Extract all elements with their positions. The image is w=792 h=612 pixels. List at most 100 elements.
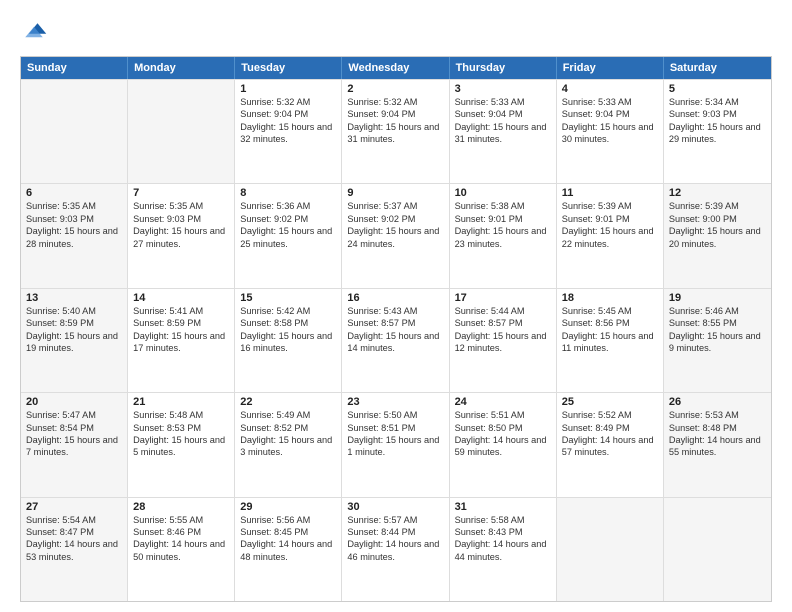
day-number: 14	[133, 292, 229, 304]
day-number: 27	[26, 501, 122, 513]
sunset-text: Sunset: 8:54 PM	[26, 422, 122, 434]
sunrise-text: Sunrise: 5:55 AM	[133, 514, 229, 526]
sunrise-text: Sunrise: 5:42 AM	[240, 305, 336, 317]
calendar-cell: 5Sunrise: 5:34 AMSunset: 9:03 PMDaylight…	[664, 80, 771, 183]
weekday-header: Wednesday	[342, 57, 449, 79]
daylight-text: Daylight: 15 hours and 28 minutes.	[26, 225, 122, 250]
daylight-text: Daylight: 14 hours and 53 minutes.	[26, 538, 122, 563]
sunrise-text: Sunrise: 5:39 AM	[562, 200, 658, 212]
sunrise-text: Sunrise: 5:43 AM	[347, 305, 443, 317]
daylight-text: Daylight: 14 hours and 50 minutes.	[133, 538, 229, 563]
sunset-text: Sunset: 9:01 PM	[562, 213, 658, 225]
daylight-text: Daylight: 15 hours and 24 minutes.	[347, 225, 443, 250]
day-number: 4	[562, 83, 658, 95]
sunrise-text: Sunrise: 5:58 AM	[455, 514, 551, 526]
sunrise-text: Sunrise: 5:34 AM	[669, 96, 766, 108]
calendar-row: 13Sunrise: 5:40 AMSunset: 8:59 PMDayligh…	[21, 288, 771, 392]
daylight-text: Daylight: 14 hours and 46 minutes.	[347, 538, 443, 563]
daylight-text: Daylight: 14 hours and 55 minutes.	[669, 434, 766, 459]
calendar-cell	[21, 80, 128, 183]
day-number: 25	[562, 396, 658, 408]
sunrise-text: Sunrise: 5:39 AM	[669, 200, 766, 212]
sunrise-text: Sunrise: 5:56 AM	[240, 514, 336, 526]
calendar-cell: 10Sunrise: 5:38 AMSunset: 9:01 PMDayligh…	[450, 184, 557, 287]
calendar-row: 20Sunrise: 5:47 AMSunset: 8:54 PM Dayligh…	[21, 392, 771, 496]
day-number: 13	[26, 292, 122, 304]
sunset-text: Sunset: 8:43 PM	[455, 526, 551, 538]
daylight-text: Daylight: 15 hours and 22 minutes.	[562, 225, 658, 250]
calendar-cell: 9Sunrise: 5:37 AMSunset: 9:02 PMDaylight…	[342, 184, 449, 287]
sunset-text: Sunset: 8:55 PM	[669, 317, 766, 329]
sunset-text: Sunset: 8:57 PM	[347, 317, 443, 329]
sunrise-text: Sunrise: 5:41 AM	[133, 305, 229, 317]
daylight-text: Daylight: 15 hours and 23 minutes.	[455, 225, 551, 250]
logo	[20, 18, 52, 46]
sunset-text: Sunset: 9:03 PM	[669, 108, 766, 120]
day-number: 17	[455, 292, 551, 304]
sunrise-text: Sunrise: 5:33 AM	[562, 96, 658, 108]
sunrise-text: Sunrise: 5:48 AM	[133, 409, 229, 421]
sunrise-text: Sunrise: 5:36 AM	[240, 200, 336, 212]
day-number: 20	[26, 396, 122, 408]
calendar-row: 6Sunrise: 5:35 AMSunset: 9:03 PMDaylight…	[21, 183, 771, 287]
daylight-text: Daylight: 15 hours and 20 minutes.	[669, 225, 766, 250]
daylight-text: Daylight: 15 hours and 30 minutes.	[562, 121, 658, 146]
header	[20, 18, 772, 46]
weekday-header: Saturday	[664, 57, 771, 79]
sunset-text: Sunset: 8:50 PM	[455, 422, 551, 434]
day-number: 30	[347, 501, 443, 513]
calendar-cell: 22Sunrise: 5:49 AMSunset: 8:52 PMDayligh…	[235, 393, 342, 496]
daylight-text: Daylight: 15 hours and 11 minutes.	[562, 330, 658, 355]
day-number: 23	[347, 396, 443, 408]
calendar-header: SundayMondayTuesdayWednesdayThursdayFrid…	[21, 57, 771, 79]
sunrise-text: Sunrise: 5:54 AM	[26, 514, 122, 526]
calendar-cell: 4Sunrise: 5:33 AMSunset: 9:04 PMDaylight…	[557, 80, 664, 183]
sunset-text: Sunset: 9:04 PM	[347, 108, 443, 120]
sunset-text: Sunset: 9:04 PM	[455, 108, 551, 120]
sunset-text: Sunset: 9:00 PM	[669, 213, 766, 225]
sunrise-text: Sunrise: 5:38 AM	[455, 200, 551, 212]
calendar-cell: 23Sunrise: 5:50 AMSunset: 8:51 PMDayligh…	[342, 393, 449, 496]
daylight-text: Daylight: 15 hours and 31 minutes.	[455, 121, 551, 146]
calendar-body: 1Sunrise: 5:32 AMSunset: 9:04 PMDaylight…	[21, 79, 771, 601]
calendar-cell: 17Sunrise: 5:44 AMSunset: 8:57 PMDayligh…	[450, 289, 557, 392]
sunset-text: Sunset: 8:46 PM	[133, 526, 229, 538]
calendar-cell: 29Sunrise: 5:56 AMSunset: 8:45 PMDayligh…	[235, 498, 342, 601]
sunrise-text: Sunrise: 5:45 AM	[562, 305, 658, 317]
day-number: 8	[240, 187, 336, 199]
sunset-text: Sunset: 8:51 PM	[347, 422, 443, 434]
weekday-header: Tuesday	[235, 57, 342, 79]
daylight-text: Daylight: 14 hours and 44 minutes.	[455, 538, 551, 563]
daylight-text: Daylight: 15 hours and 14 minutes.	[347, 330, 443, 355]
daylight-text: Daylight: 15 hours and 19 minutes.	[26, 330, 122, 355]
calendar-cell: 27Sunrise: 5:54 AMSunset: 8:47 PMDayligh…	[21, 498, 128, 601]
sunrise-text: Sunrise: 5:44 AM	[455, 305, 551, 317]
day-number: 28	[133, 501, 229, 513]
daylight-text: Daylight: 14 hours and 57 minutes.	[562, 434, 658, 459]
daylight-text: Daylight: 15 hours and 31 minutes.	[347, 121, 443, 146]
daylight-text: Daylight: 15 hours and 27 minutes.	[133, 225, 229, 250]
sunrise-text: Sunrise: 5:52 AM	[562, 409, 658, 421]
calendar-cell: 30Sunrise: 5:57 AMSunset: 8:44 PMDayligh…	[342, 498, 449, 601]
sunset-text: Sunset: 8:58 PM	[240, 317, 336, 329]
sunset-text: Sunset: 9:04 PM	[562, 108, 658, 120]
day-number: 10	[455, 187, 551, 199]
weekday-header: Friday	[557, 57, 664, 79]
sunset-text: Sunset: 9:02 PM	[347, 213, 443, 225]
sunset-text: Sunset: 8:56 PM	[562, 317, 658, 329]
calendar-cell: 1Sunrise: 5:32 AMSunset: 9:04 PMDaylight…	[235, 80, 342, 183]
day-number: 6	[26, 187, 122, 199]
sunrise-text: Sunrise: 5:47 AM	[26, 409, 122, 421]
calendar-row: 27Sunrise: 5:54 AMSunset: 8:47 PMDayligh…	[21, 497, 771, 601]
day-number: 29	[240, 501, 336, 513]
day-number: 12	[669, 187, 766, 199]
daylight-text: Daylight: 15 hours and 9 minutes.	[669, 330, 766, 355]
calendar-cell: 16Sunrise: 5:43 AMSunset: 8:57 PMDayligh…	[342, 289, 449, 392]
sunset-text: Sunset: 8:57 PM	[455, 317, 551, 329]
page: SundayMondayTuesdayWednesdayThursdayFrid…	[0, 0, 792, 612]
daylight-text: Daylight: 15 hours and 1 minute.	[347, 434, 443, 459]
sunset-text: Sunset: 8:44 PM	[347, 526, 443, 538]
sunset-text: Sunset: 9:04 PM	[240, 108, 336, 120]
calendar-cell: 31Sunrise: 5:58 AMSunset: 8:43 PMDayligh…	[450, 498, 557, 601]
calendar-cell: 21Sunrise: 5:48 AMSunset: 8:53 PMDayligh…	[128, 393, 235, 496]
